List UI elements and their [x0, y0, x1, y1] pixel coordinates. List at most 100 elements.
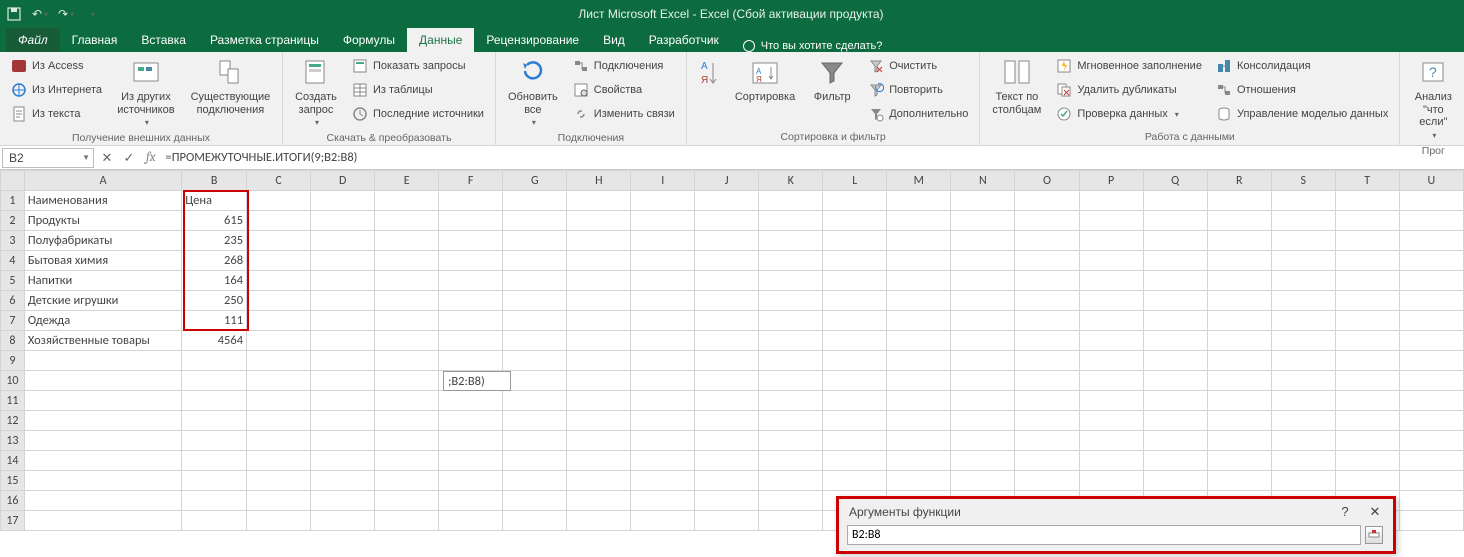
cell[interactable] [375, 431, 439, 451]
cell[interactable] [1335, 311, 1399, 331]
cell[interactable] [1207, 471, 1271, 491]
formula-cell-overlay[interactable]: ;B2:B8) [443, 371, 511, 391]
row-header[interactable]: 9 [1, 351, 25, 371]
cell[interactable] [1079, 191, 1143, 211]
cell[interactable] [375, 231, 439, 251]
cell[interactable] [631, 391, 695, 411]
cell[interactable] [375, 211, 439, 231]
cell[interactable] [823, 371, 887, 391]
row-header[interactable]: 2 [1, 211, 25, 231]
cell[interactable] [1207, 311, 1271, 331]
cell[interactable] [759, 371, 823, 391]
cell[interactable] [567, 511, 631, 531]
cell[interactable] [1207, 191, 1271, 211]
sort-button[interactable]: AЯ Сортировка [731, 55, 799, 106]
cell[interactable] [951, 371, 1015, 391]
cell[interactable] [631, 511, 695, 531]
column-header[interactable]: K [759, 171, 823, 191]
cell[interactable] [503, 471, 567, 491]
dialog-range-input[interactable] [847, 525, 1361, 545]
cell[interactable] [1079, 351, 1143, 371]
cell[interactable] [1399, 291, 1463, 311]
cell[interactable] [951, 411, 1015, 431]
cell[interactable] [951, 471, 1015, 491]
tab-page-layout[interactable]: Разметка страницы [198, 28, 331, 52]
cell[interactable] [24, 471, 181, 491]
cell[interactable] [311, 371, 375, 391]
column-header[interactable]: P [1079, 171, 1143, 191]
cell[interactable] [1015, 451, 1079, 471]
row-header[interactable]: 7 [1, 311, 25, 331]
cell[interactable] [887, 331, 951, 351]
cell[interactable] [823, 211, 887, 231]
column-header[interactable]: L [823, 171, 887, 191]
cell[interactable] [695, 211, 759, 231]
cell[interactable] [439, 251, 503, 271]
cell[interactable] [695, 271, 759, 291]
cell[interactable] [311, 451, 375, 471]
cell[interactable] [1399, 431, 1463, 451]
cell[interactable] [695, 411, 759, 431]
cell[interactable]: Одежда [24, 311, 181, 331]
cell[interactable] [1143, 271, 1207, 291]
remove-duplicates-button[interactable]: Удалить дубликаты [1053, 79, 1205, 101]
cell[interactable] [375, 391, 439, 411]
cell[interactable] [375, 471, 439, 491]
cell[interactable] [1271, 331, 1335, 351]
cell[interactable] [311, 291, 375, 311]
column-header[interactable]: N [951, 171, 1015, 191]
cell[interactable]: Детские игрушки [24, 291, 181, 311]
cell[interactable] [1335, 191, 1399, 211]
cell[interactable] [759, 211, 823, 231]
cell[interactable] [439, 491, 503, 511]
column-header[interactable]: O [1015, 171, 1079, 191]
cell[interactable] [24, 371, 181, 391]
cell[interactable] [1015, 371, 1079, 391]
column-header[interactable]: D [311, 171, 375, 191]
cell[interactable] [567, 491, 631, 511]
cell[interactable] [1399, 391, 1463, 411]
cell[interactable] [311, 511, 375, 531]
cell[interactable] [1143, 351, 1207, 371]
cell[interactable] [1271, 311, 1335, 331]
cell[interactable] [951, 211, 1015, 231]
column-header[interactable]: E [375, 171, 439, 191]
cell[interactable] [247, 411, 311, 431]
cell[interactable] [1271, 231, 1335, 251]
cell[interactable] [759, 431, 823, 451]
cell[interactable] [1143, 311, 1207, 331]
cell[interactable] [182, 491, 247, 511]
cell[interactable] [1207, 271, 1271, 291]
cell[interactable] [1271, 271, 1335, 291]
cell[interactable] [1207, 251, 1271, 271]
cell[interactable] [823, 231, 887, 251]
cell[interactable] [503, 511, 567, 531]
cell[interactable] [1271, 251, 1335, 271]
cell[interactable] [24, 411, 181, 431]
cell[interactable] [631, 291, 695, 311]
from-access-button[interactable]: Из Access [8, 55, 105, 77]
cell[interactable] [1335, 411, 1399, 431]
cell[interactable] [375, 331, 439, 351]
cell[interactable] [182, 431, 247, 451]
cell[interactable] [247, 191, 311, 211]
cell[interactable] [247, 471, 311, 491]
flash-fill-button[interactable]: Мгновенное заполнение [1053, 55, 1205, 77]
cell[interactable] [1207, 431, 1271, 451]
cell[interactable] [1015, 311, 1079, 331]
row-header[interactable]: 5 [1, 271, 25, 291]
cell[interactable] [247, 231, 311, 251]
cell[interactable] [1143, 331, 1207, 351]
cell[interactable] [1015, 211, 1079, 231]
cell[interactable] [439, 271, 503, 291]
cell[interactable] [567, 471, 631, 491]
row-header[interactable]: 6 [1, 291, 25, 311]
cell[interactable] [567, 291, 631, 311]
sort-az-button[interactable]: AЯ [695, 55, 723, 91]
cell[interactable] [1335, 471, 1399, 491]
cell[interactable] [1207, 291, 1271, 311]
cell[interactable] [1207, 371, 1271, 391]
cell[interactable] [567, 391, 631, 411]
cell[interactable] [823, 191, 887, 211]
column-header[interactable]: Q [1143, 171, 1207, 191]
